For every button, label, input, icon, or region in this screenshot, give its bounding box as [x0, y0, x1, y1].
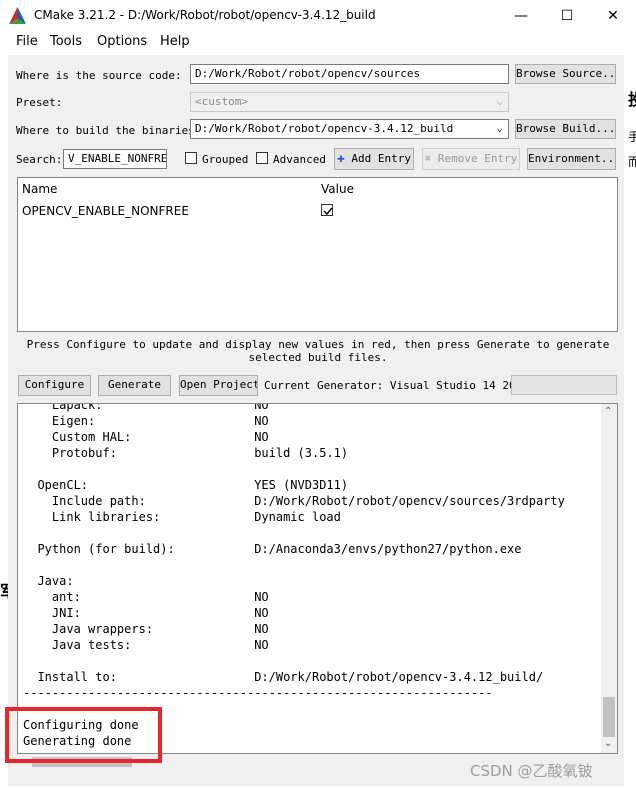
- configure-button[interactable]: Configure: [18, 375, 91, 396]
- browse-build-button[interactable]: Browse Build...: [515, 119, 616, 139]
- build-label: Where to build the binaries:: [16, 124, 202, 137]
- progress-bar: [511, 375, 617, 395]
- add-entry-button[interactable]: ✚ Add Entry: [334, 148, 414, 170]
- menu-options[interactable]: Options: [97, 34, 147, 49]
- open-project-button[interactable]: Open Project: [179, 375, 258, 396]
- watermark: CSDN @乙酸氧铍: [470, 762, 593, 780]
- grouped-label: Grouped: [202, 153, 249, 166]
- advanced-checkbox[interactable]: [256, 152, 268, 164]
- menu-file[interactable]: File: [16, 34, 38, 49]
- scrollbar-thumb[interactable]: [603, 697, 615, 737]
- vertical-scrollbar[interactable]: ⌃ ⌄: [601, 404, 617, 753]
- output-line: Install to: D:/Work/Robot/robot/opencv-3…: [23, 670, 544, 684]
- output-line: ----------------------------------------…: [23, 686, 493, 700]
- output-line: OpenCL: YES (NVD3D11): [23, 478, 349, 492]
- scroll-up-icon[interactable]: ⌃: [604, 406, 612, 417]
- generate-button[interactable]: Generate: [98, 375, 171, 396]
- name-column-header[interactable]: Name: [18, 178, 317, 200]
- table-row[interactable]: OPENCV_ENABLE_NONFREE: [18, 200, 617, 222]
- advanced-label: Advanced: [273, 153, 326, 166]
- output-line: Java:: [23, 574, 74, 588]
- cache-table: Name Value OPENCV_ENABLE_NONFREE: [17, 177, 618, 332]
- cmake-triangle-icon: [9, 7, 26, 24]
- chevron-down-icon[interactable]: ⌄: [496, 121, 503, 134]
- background-fragment: 投: [628, 86, 636, 110]
- output-text: Lapack: NO Eigen: NO Custom HAL: NO Prot…: [23, 403, 565, 749]
- search-label: Search:: [16, 153, 63, 166]
- output-log[interactable]: Lapack: NO Eigen: NO Custom HAL: NO Prot…: [17, 403, 618, 754]
- browse-source-button[interactable]: Browse Source...: [515, 64, 616, 84]
- output-line: Java tests: NO: [23, 638, 269, 652]
- output-line: Python (for build): D:/Anaconda3/envs/py…: [23, 542, 522, 556]
- source-path-input[interactable]: D:/Work/Robot/robot/opencv/sources: [190, 64, 509, 84]
- output-line: JNI: NO: [23, 606, 269, 620]
- window-title: CMake 3.21.2 - D:/Work/Robot/robot/openc…: [34, 8, 376, 22]
- search-input[interactable]: V_ENABLE_NONFREE: [63, 149, 167, 169]
- output-line: Include path: D:/Work/Robot/robot/opencv…: [23, 494, 565, 508]
- highlight-box: [5, 707, 162, 763]
- background-fragment: 军: [0, 578, 8, 602]
- checkmark-icon: [323, 207, 333, 216]
- minimize-button[interactable]: —: [498, 0, 544, 31]
- chevron-down-icon: ⌄: [496, 94, 503, 107]
- remove-entry-label: Remove Entry: [437, 152, 518, 165]
- entry-value-checkbox[interactable]: [321, 204, 333, 216]
- output-line: Eigen: NO: [23, 414, 269, 428]
- build-path-combo[interactable]: D:/Work/Robot/robot/opencv-3.4.12_build …: [190, 119, 509, 139]
- x-icon: ✖: [424, 152, 432, 165]
- output-line: Lapack: NO: [23, 403, 269, 412]
- output-line: Java wrappers: NO: [23, 622, 269, 636]
- entry-name: OPENCV_ENABLE_NONFREE: [22, 204, 189, 218]
- output-line: Protobuf: build (3.5.1): [23, 446, 349, 460]
- output-line: Link libraries: Dynamic load: [23, 510, 341, 524]
- preset-label: Preset:: [16, 96, 63, 109]
- menu-tools[interactable]: Tools: [50, 34, 82, 49]
- current-generator-label: Current Generator: Visual Studio 14 2015: [264, 379, 529, 392]
- scroll-down-icon[interactable]: ⌄: [604, 738, 612, 749]
- close-button[interactable]: ✕: [590, 0, 636, 31]
- remove-entry-button: ✖ Remove Entry: [422, 148, 520, 170]
- title-bar: CMake 3.21.2 - D:/Work/Robot/robot/openc…: [0, 0, 636, 31]
- output-line: ant: NO: [23, 590, 269, 604]
- build-path-value: D:/Work/Robot/robot/opencv-3.4.12_build: [195, 122, 454, 135]
- environment-button[interactable]: Environment...: [527, 148, 616, 170]
- background-fragment: 手: [628, 130, 636, 144]
- grouped-checkbox[interactable]: [185, 152, 197, 164]
- maximize-button[interactable]: ☐: [544, 0, 590, 31]
- background-fragment: 而: [628, 155, 636, 169]
- source-label: Where is the source code:: [16, 69, 182, 82]
- preset-value: <custom>: [195, 95, 248, 108]
- preset-select: <custom> ⌄: [190, 92, 509, 112]
- add-entry-label: Add Entry: [351, 152, 412, 165]
- menu-help[interactable]: Help: [160, 34, 190, 49]
- output-line: Custom HAL: NO: [23, 430, 269, 444]
- value-column-header[interactable]: Value: [317, 178, 617, 200]
- plus-icon: ✚: [336, 151, 345, 166]
- instruction-message: Press Configure to update and display ne…: [26, 338, 610, 364]
- menu-bar: File Tools Options Help: [0, 31, 636, 53]
